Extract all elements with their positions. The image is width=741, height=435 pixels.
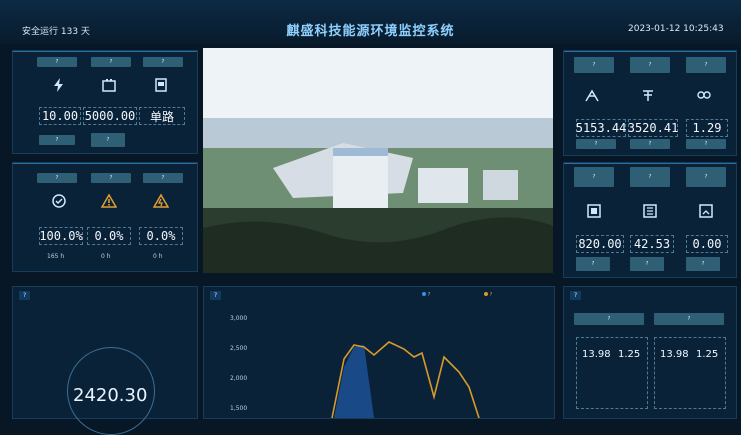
chip-normal[interactable]: ?	[37, 173, 77, 183]
metric-value-3: 0.00	[686, 235, 728, 253]
panel-accent	[13, 51, 197, 52]
unit-chip-1: ?	[39, 135, 75, 145]
fault-rate-value: 0.0%	[139, 227, 183, 245]
chip-1[interactable]: ?	[574, 313, 644, 325]
chip-3[interactable]: ?	[686, 57, 726, 73]
datetime: 2023-01-12 10:25:43	[628, 24, 724, 34]
metric-1b: 1.25	[618, 349, 641, 360]
chip-1[interactable]: ?	[574, 57, 614, 73]
normal-hours: 165 h	[47, 253, 65, 260]
metric-value-2: 42.53	[630, 235, 674, 253]
panel-title: ?	[570, 291, 582, 300]
solar-icon	[582, 85, 602, 105]
chip-3[interactable]: ?	[143, 57, 183, 67]
right-mid-panel: ? ? ? 820.00 42.53 0.00 ? ? ?	[563, 162, 737, 278]
building-photo	[203, 48, 553, 273]
unit-chip-2: ?	[91, 133, 125, 147]
safety-days: 安全运行 133 天	[22, 27, 90, 37]
fault-icon	[151, 191, 171, 211]
device-icon	[584, 201, 604, 221]
metric-2a: 13.98	[660, 349, 689, 360]
bottom-right-panel: ? ? ? 13.98 1.25 13.98 1.25	[563, 286, 737, 419]
panel-accent	[13, 163, 197, 164]
metric-2b: 1.25	[696, 349, 719, 360]
chip-3[interactable]: ?	[686, 167, 726, 187]
grid-energy-value: 3520.41	[627, 119, 679, 137]
unit-chip-1: ?	[576, 139, 616, 149]
chip-alarm[interactable]: ?	[91, 173, 131, 183]
meter-icon	[151, 75, 171, 95]
unit-chip-2: ?	[630, 139, 670, 149]
metric-1a: 13.98	[582, 349, 611, 360]
chip-1[interactable]: ?	[574, 167, 614, 187]
panel-icon	[640, 201, 660, 221]
metric-box-1	[576, 337, 648, 409]
left-top-panel: ? ? ? 10.00 5000.00 单路 ? ?	[12, 50, 198, 154]
left-mid-panel: ? ? ? 100.0% 0.0% 0.0% 165 h 0 h 0 h	[12, 162, 198, 272]
chip-2[interactable]: ?	[630, 167, 670, 187]
battery-icon	[99, 75, 119, 95]
panel-title: ?	[19, 291, 31, 300]
lightning-icon	[49, 75, 69, 95]
metric-box-2	[654, 337, 726, 409]
page-title: 麒盛科技能源环境监控系统	[286, 24, 455, 39]
pv-generation-value: 5153.44	[575, 119, 627, 137]
screen-icon	[696, 201, 716, 221]
voltage-value: 10.00	[39, 107, 81, 125]
warning-icon	[99, 191, 119, 211]
capacity-value: 5000.00	[83, 107, 137, 125]
bottom-left-panel: ? 2420.30	[12, 286, 198, 435]
chip-2[interactable]: ?	[630, 57, 670, 73]
bottom-mid-panel: ? ? ? 3,000 2,500 2,000 1,500	[203, 286, 555, 419]
trend-chart	[331, 341, 480, 418]
co2-icon	[694, 85, 714, 105]
co2-reduction-value: 1.29	[686, 119, 728, 137]
panel-accent	[564, 163, 736, 164]
chip-fault[interactable]: ?	[143, 173, 183, 183]
chip-1[interactable]: ?	[37, 57, 77, 67]
line-mode-value: 单路	[139, 107, 185, 125]
metric-value-1: 820.00	[576, 235, 624, 253]
alarm-hours: 0 h	[101, 253, 111, 260]
chip-2[interactable]: ?	[91, 57, 131, 67]
realtime-power-value: 2420.30	[73, 385, 148, 406]
grid-tower-icon	[638, 85, 658, 105]
panel-accent	[564, 51, 736, 52]
normal-rate-value: 100.0%	[39, 227, 83, 245]
right-top-panel: ? ? ? 5153.44 3520.41 1.29 ? ? ?	[563, 50, 737, 156]
check-circle-icon	[49, 191, 69, 211]
unit-chip-3: ?	[686, 139, 726, 149]
unit-chip-2: ?	[630, 257, 664, 271]
fault-hours: 0 h	[153, 253, 163, 260]
alarm-rate-value: 0.0%	[87, 227, 131, 245]
unit-chip-1: ?	[576, 257, 610, 271]
unit-chip-3: ?	[686, 257, 720, 271]
chip-2[interactable]: ?	[654, 313, 724, 325]
